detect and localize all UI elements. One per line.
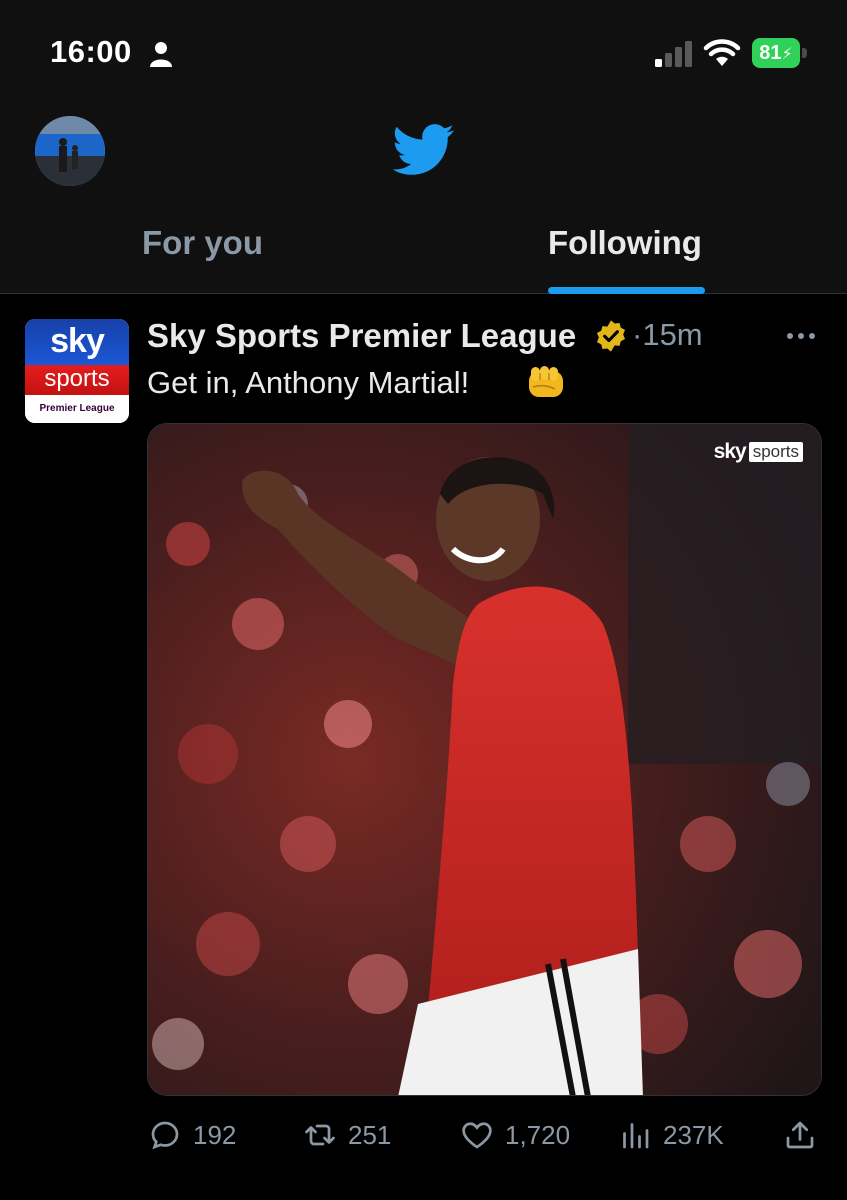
wifi-icon [703, 39, 741, 66]
status-time: 16:00 [50, 34, 132, 69]
tab-following[interactable]: Following [548, 224, 702, 262]
like-button[interactable]: 1,720 [459, 1115, 570, 1155]
views-button[interactable]: 237K [617, 1115, 724, 1155]
retweet-button[interactable]: 251 [302, 1115, 391, 1155]
footballer-celebration-image [148, 424, 821, 1095]
more-options-icon[interactable] [785, 331, 817, 341]
tab-for-you[interactable]: For you [142, 224, 263, 262]
media-watermark-logo: sky sports [714, 440, 803, 464]
retweet-count: 251 [348, 1119, 392, 1150]
retweet-icon [305, 1124, 335, 1146]
tweet-timestamp[interactable]: ·15m [632, 317, 703, 353]
avatar-logo-premier-league: Premier League [25, 395, 129, 423]
app-header: For you Following [0, 100, 847, 294]
raised-fist-emoji-icon [529, 366, 563, 397]
heart-icon [462, 1122, 492, 1149]
person-icon [150, 42, 172, 67]
reply-icon [151, 1121, 179, 1150]
share-icon [786, 1121, 814, 1149]
tweet[interactable]: sky sports Premier League Sky Sports Pre… [0, 295, 847, 1200]
avatar-logo-sky: sky [25, 319, 129, 365]
cellular-signal-icon [655, 41, 692, 67]
author-name[interactable]: Sky Sports Premier League [147, 317, 576, 355]
battery-level: 81⚡ [752, 38, 800, 68]
tweet-media-photo[interactable]: sky sports [147, 423, 822, 1096]
reply-button[interactable]: 192 [147, 1115, 236, 1155]
battery-tip [802, 48, 807, 58]
author-avatar[interactable]: sky sports Premier League [25, 319, 129, 423]
battery-indicator: 81⚡ [752, 38, 808, 68]
like-count: 1,720 [505, 1119, 571, 1150]
reply-count: 192 [193, 1119, 237, 1150]
tweet-action-bar: 192 251 1,720 237K [147, 1115, 827, 1155]
verified-badge-icon [596, 320, 626, 352]
views-count: 237K [663, 1119, 724, 1150]
avatar-logo-sports: sports [25, 365, 129, 395]
profile-avatar[interactable] [35, 116, 105, 186]
status-bar: 16:00 81⚡ [0, 0, 847, 100]
tweet-text: Get in, Anthony Martial! [147, 365, 470, 400]
active-tab-indicator [548, 287, 705, 294]
views-chart-icon [623, 1123, 649, 1149]
share-button[interactable] [782, 1115, 818, 1155]
avatar-image [35, 116, 105, 186]
twitter-bird-icon[interactable] [393, 124, 455, 176]
